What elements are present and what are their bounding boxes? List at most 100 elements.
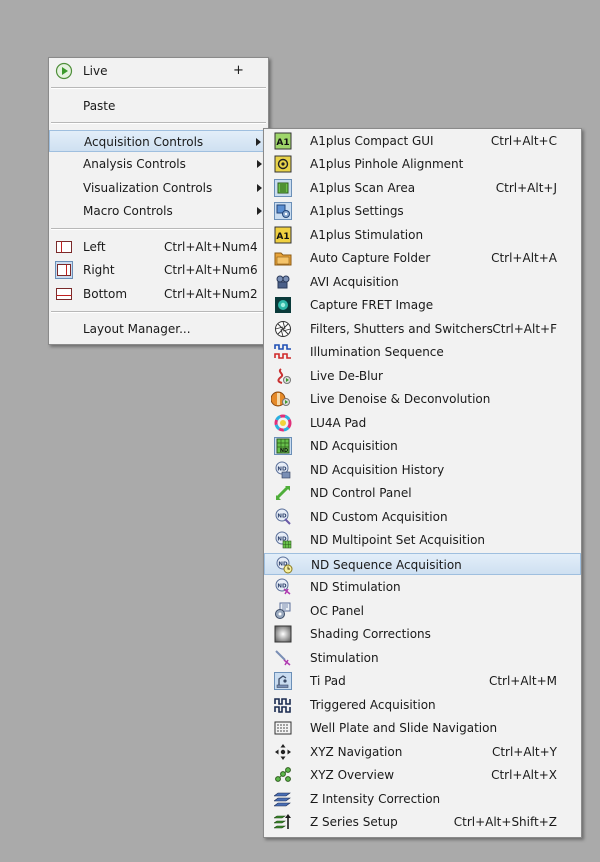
menu-item-shortcut: Ctrl+Alt+F bbox=[492, 322, 557, 336]
menu-item-label: ND Acquisition History bbox=[310, 463, 445, 477]
submenu-item-well-plate-slide-navigation[interactable]: Well Plate and Slide Navigation bbox=[264, 717, 581, 739]
menu-item-bottom[interactable]: Bottom Ctrl+Alt+Num2 bbox=[49, 283, 268, 305]
menu-item-visualization-controls[interactable]: Visualization Controls bbox=[49, 177, 268, 199]
nd-history-icon: ND bbox=[274, 461, 292, 479]
menu-item-shortcut: Ctrl+Alt+J bbox=[495, 181, 557, 195]
menu-item-label: Live bbox=[83, 64, 108, 78]
menu-item-label: AVI Acquisition bbox=[310, 275, 399, 289]
menu-item-shortcut: Ctrl+Alt+X bbox=[491, 768, 557, 782]
submenu-item-oc-panel[interactable]: OC Panel bbox=[264, 600, 581, 622]
submenu-item-live-denoise-deconvolution[interactable]: Live Denoise & Deconvolution bbox=[264, 388, 581, 410]
submenu-item-avi-acquisition[interactable]: AVI Acquisition bbox=[264, 271, 581, 293]
submenu-item-a1plus-stimulation[interactable]: A1 A1plus Stimulation bbox=[264, 224, 581, 246]
menu-item-label: Z Series Setup bbox=[310, 815, 398, 829]
menu-item-macro-controls[interactable]: Macro Controls bbox=[49, 200, 268, 222]
submenu-item-xyz-overview[interactable]: XYZ Overview Ctrl+Alt+X bbox=[264, 764, 581, 786]
submenu-item-a1plus-settings[interactable]: A1plus Settings bbox=[264, 200, 581, 222]
menu-item-shortcut: Ctrl+Alt+Shift+Z bbox=[453, 815, 557, 829]
stimulation-icon bbox=[274, 649, 292, 667]
expand-plus-icon[interactable]: + bbox=[233, 63, 244, 78]
menu-item-label: Filters, Shutters and Switchers bbox=[310, 322, 493, 336]
menu-item-label: Paste bbox=[83, 99, 116, 113]
nd-grid-icon: ND bbox=[274, 437, 292, 455]
menu-item-shortcut: Ctrl+Alt+Num6 bbox=[164, 263, 258, 277]
settings-icon bbox=[274, 202, 292, 220]
svg-text:ND: ND bbox=[280, 448, 288, 454]
submenu-arrow-icon bbox=[256, 138, 261, 146]
submenu-item-z-intensity-correction[interactable]: Z Intensity Correction bbox=[264, 788, 581, 810]
menu-item-label: A1plus Pinhole Alignment bbox=[310, 157, 464, 171]
menu-item-shortcut: Ctrl+Alt+M bbox=[488, 674, 557, 688]
submenu-item-nd-control-panel[interactable]: ND Control Panel bbox=[264, 482, 581, 504]
menu-item-label: ND Acquisition bbox=[310, 439, 398, 453]
submenu-item-stimulation[interactable]: Stimulation bbox=[264, 647, 581, 669]
menu-item-label: Triggered Acquisition bbox=[310, 698, 436, 712]
acquisition-controls-submenu: A1 A1plus Compact GUI Ctrl+Alt+C A1plus … bbox=[263, 128, 582, 838]
submenu-arrow-icon bbox=[257, 207, 262, 215]
deblur-icon bbox=[274, 367, 292, 385]
menu-item-right[interactable]: Right Ctrl+Alt+Num6 bbox=[49, 259, 268, 281]
menu-item-acquisition-controls[interactable]: Acquisition Controls bbox=[49, 130, 268, 152]
submenu-item-z-series-setup[interactable]: Z Series Setup Ctrl+Alt+Shift+Z bbox=[264, 811, 581, 833]
menu-item-label: Right bbox=[83, 263, 115, 277]
submenu-item-a1plus-compact-gui[interactable]: A1 A1plus Compact GUI Ctrl+Alt+C bbox=[264, 130, 581, 152]
menu-item-label: XYZ Navigation bbox=[310, 745, 403, 759]
submenu-item-capture-fret-image[interactable]: Capture FRET Image bbox=[264, 294, 581, 316]
a1-icon: A1 bbox=[274, 226, 292, 244]
menu-item-label: ND Sequence Acquisition bbox=[311, 558, 462, 572]
menu-item-label: Z Intensity Correction bbox=[310, 792, 441, 806]
menu-separator bbox=[51, 228, 266, 230]
nd-custom-icon: ND bbox=[274, 508, 292, 526]
submenu-item-nd-stimulation[interactable]: ND ND Stimulation bbox=[264, 576, 581, 598]
menu-item-left[interactable]: Left Ctrl+Alt+Num4 bbox=[49, 236, 268, 258]
menu-item-label: Well Plate and Slide Navigation bbox=[310, 721, 498, 735]
submenu-arrow-icon bbox=[257, 160, 262, 168]
menu-item-shortcut: Ctrl+Alt+Y bbox=[491, 745, 557, 759]
submenu-item-auto-capture-folder[interactable]: Auto Capture Folder Ctrl+Alt+A bbox=[264, 247, 581, 269]
menu-item-shortcut: Ctrl+Alt+A bbox=[491, 251, 557, 265]
submenu-item-nd-sequence-acquisition[interactable]: ND ND Sequence Acquisition bbox=[264, 553, 581, 575]
menu-item-live[interactable]: Live + bbox=[49, 60, 268, 82]
xyz-nav-icon bbox=[274, 743, 292, 761]
submenu-item-nd-multipoint-set-acquisition[interactable]: ND ND Multipoint Set Acquisition bbox=[264, 529, 581, 551]
submenu-item-triggered-acquisition[interactable]: Triggered Acquisition bbox=[264, 694, 581, 716]
menu-item-label: OC Panel bbox=[310, 604, 365, 618]
submenu-item-nd-acquisition-history[interactable]: ND ND Acquisition History bbox=[264, 459, 581, 481]
well-plate-icon bbox=[274, 719, 292, 737]
layout-left-icon bbox=[55, 238, 73, 256]
xyz-overview-icon bbox=[274, 766, 292, 784]
menu-item-paste[interactable]: Paste bbox=[49, 95, 268, 117]
svg-text:ND: ND bbox=[277, 584, 287, 590]
menu-item-shortcut: Ctrl+Alt+Num2 bbox=[164, 287, 258, 301]
svg-text:ND: ND bbox=[277, 467, 287, 473]
submenu-item-nd-acquisition[interactable]: ND ND Acquisition bbox=[264, 435, 581, 457]
submenu-item-live-de-blur[interactable]: Live De-Blur bbox=[264, 365, 581, 387]
menu-item-label: ND Stimulation bbox=[310, 580, 401, 594]
submenu-item-lu4a-pad[interactable]: LU4A Pad bbox=[264, 412, 581, 434]
shading-icon bbox=[274, 625, 292, 643]
submenu-item-xyz-navigation[interactable]: XYZ Navigation Ctrl+Alt+Y bbox=[264, 741, 581, 763]
menu-item-label: A1plus Settings bbox=[310, 204, 404, 218]
menu-item-layout-manager[interactable]: Layout Manager... bbox=[49, 318, 268, 340]
menu-item-label: Macro Controls bbox=[83, 204, 173, 218]
menu-item-label: Shading Corrections bbox=[310, 627, 431, 641]
oc-panel-icon bbox=[274, 602, 292, 620]
menu-item-analysis-controls[interactable]: Analysis Controls bbox=[49, 153, 268, 175]
nd-control-icon bbox=[274, 484, 292, 502]
a1-icon: A1 bbox=[274, 132, 292, 150]
svg-text:A1: A1 bbox=[276, 232, 289, 242]
menu-item-label: A1plus Compact GUI bbox=[310, 134, 434, 148]
nd-sequence-icon: ND bbox=[275, 556, 293, 574]
submenu-item-ti-pad[interactable]: Ti Pad Ctrl+Alt+M bbox=[264, 670, 581, 692]
submenu-item-nd-custom-acquisition[interactable]: ND ND Custom Acquisition bbox=[264, 506, 581, 528]
menu-item-label: Visualization Controls bbox=[83, 181, 213, 195]
submenu-item-shading-corrections[interactable]: Shading Corrections bbox=[264, 623, 581, 645]
submenu-item-illumination-sequence[interactable]: Illumination Sequence bbox=[264, 341, 581, 363]
submenu-item-a1plus-pinhole-alignment[interactable]: A1plus Pinhole Alignment bbox=[264, 153, 581, 175]
shutter-icon bbox=[274, 320, 292, 338]
pinhole-icon bbox=[274, 155, 292, 173]
submenu-item-filters-shutters-switchers[interactable]: Filters, Shutters and Switchers Ctrl+Alt… bbox=[264, 318, 581, 340]
menu-item-label: Illumination Sequence bbox=[310, 345, 444, 359]
svg-text:A1: A1 bbox=[276, 138, 289, 148]
submenu-item-a1plus-scan-area[interactable]: A1plus Scan Area Ctrl+Alt+J bbox=[264, 177, 581, 199]
